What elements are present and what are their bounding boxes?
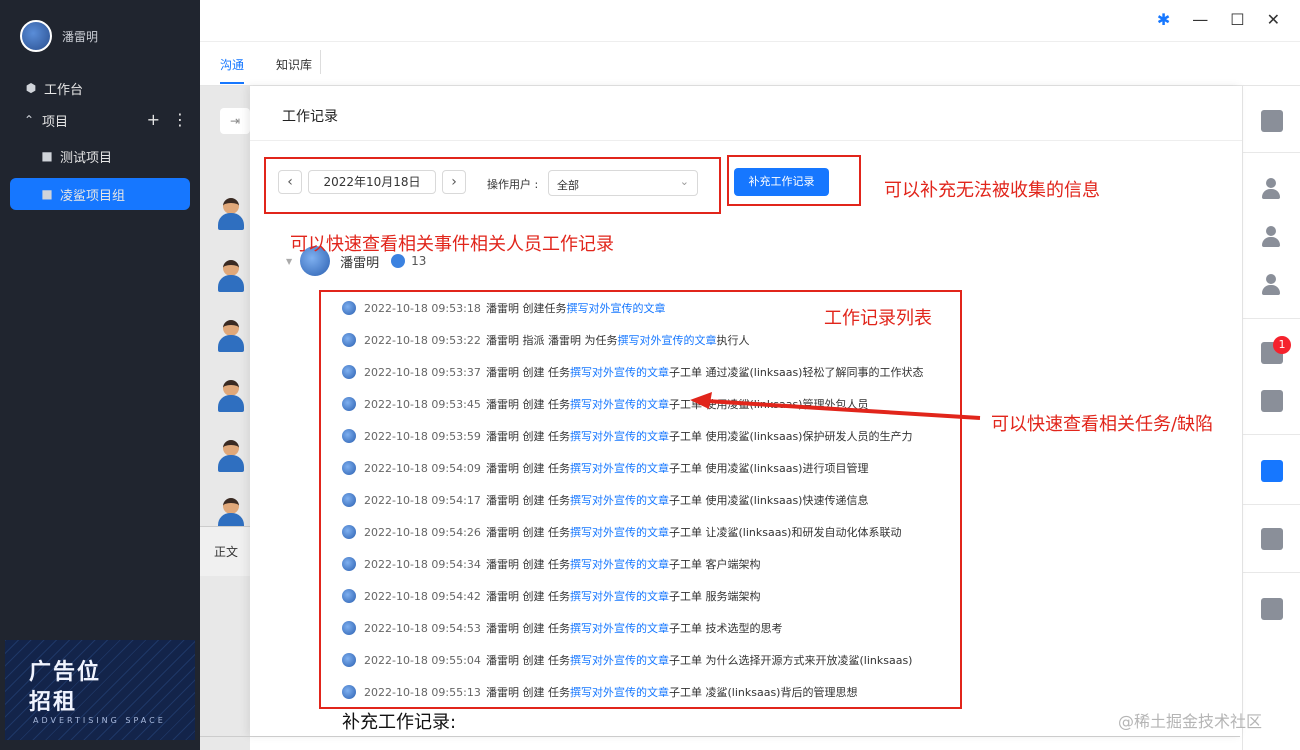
divider xyxy=(250,140,1242,141)
work-record-icon[interactable] xyxy=(1261,460,1283,482)
record-count-icon xyxy=(391,254,406,268)
avatar[interactable] xyxy=(20,20,52,52)
sidebar-item-workbench[interactable]: ⬢ 工作台 xyxy=(0,72,200,104)
user-name: 潘雷明 xyxy=(62,29,99,44)
annotation-box-list xyxy=(319,290,962,709)
sidebar-item-project-linksaas[interactable]: ■ 凌鲨项目组 xyxy=(10,178,190,210)
annotation-arrow xyxy=(690,392,981,420)
collapse-panel-button[interactable]: ⇥ xyxy=(220,108,250,134)
member-avatar[interactable] xyxy=(218,260,244,292)
watermark: @稀土掘金技术社区 xyxy=(1118,712,1263,731)
members-icon[interactable] xyxy=(1261,178,1283,200)
member-star-icon[interactable] xyxy=(1261,274,1283,296)
minimize-icon[interactable]: — xyxy=(1192,10,1208,29)
apps-icon[interactable] xyxy=(1261,598,1283,620)
sidebar-item-label: 测试项目 xyxy=(60,150,113,166)
user-profile[interactable]: 潘雷明 xyxy=(20,20,98,52)
annotation-add-info: 可以补充无法被收集的信息 xyxy=(884,180,1100,201)
supplement-label: 补充工作记录: xyxy=(342,712,457,733)
chat-area xyxy=(200,86,250,750)
maximize-icon[interactable]: ☐ xyxy=(1230,10,1244,29)
chevron-up-icon: ⌃ xyxy=(23,113,35,127)
sidebar-item-label: 工作台 xyxy=(44,82,84,98)
ad-line-3: ADVERTISING SPACE xyxy=(33,716,166,725)
annotation-box-add xyxy=(727,155,861,206)
tab-chat[interactable]: 沟通 xyxy=(220,56,245,84)
page-title: 工作记录 xyxy=(282,109,338,125)
document-icon[interactable] xyxy=(1261,110,1283,132)
member-avatar[interactable] xyxy=(218,198,244,230)
notification-badge: 1 xyxy=(1273,336,1291,354)
member-star-icon[interactable] xyxy=(1261,226,1283,248)
close-icon[interactable]: ✕ xyxy=(1267,10,1280,29)
sidebar: 潘雷明 ⬢ 工作台 ⌃ 项目 + ⋮ ■ 测试项目 ■ 凌鲨项目组 广告位 招租… xyxy=(0,0,200,750)
caret-down-icon[interactable]: ▼ xyxy=(286,257,292,266)
tab-knowledge[interactable]: 知识库 xyxy=(276,56,312,73)
body-tab[interactable]: 正文 xyxy=(200,526,250,576)
download-icon[interactable] xyxy=(1261,528,1283,550)
member-avatar[interactable] xyxy=(218,440,244,472)
annotation-box-filter xyxy=(264,157,721,214)
ad-line-2: 招租 xyxy=(29,690,78,715)
sidebar-item-project-test[interactable]: ■ 测试项目 xyxy=(0,140,200,172)
cube-icon: ⬢ xyxy=(25,81,37,95)
tab-divider xyxy=(320,50,321,74)
title-bar: ✱ — ☐ ✕ xyxy=(200,0,1300,42)
bug-report-icon[interactable] xyxy=(1261,390,1283,412)
more-icon[interactable]: ⋮ xyxy=(172,110,188,129)
ad-banner[interactable]: 广告位 招租 ADVERTISING SPACE xyxy=(5,640,195,740)
sidebar-item-label: 凌鲨项目组 xyxy=(60,188,126,204)
member-avatar[interactable] xyxy=(218,320,244,352)
member-avatar[interactable] xyxy=(218,380,244,412)
divider xyxy=(200,736,1240,737)
sidebar-item-label: 项目 xyxy=(42,114,69,130)
bug-icon[interactable]: ✱ xyxy=(1157,10,1170,29)
sidebar-item-projects[interactable]: ⌃ 项目 + ⋮ xyxy=(0,104,200,136)
right-toolbar: 1 xyxy=(1242,86,1300,750)
tab-bar: 沟通 知识库 xyxy=(200,42,1300,86)
annotation-list-title: 工作记录列表 xyxy=(824,308,932,329)
add-project-icon[interactable]: + xyxy=(147,110,160,129)
record-count: 13 xyxy=(411,254,427,268)
folder-icon: ■ xyxy=(41,187,53,201)
annotation-quick-view-task: 可以快速查看相关任务/缺陷 xyxy=(991,414,1214,435)
folder-icon: ■ xyxy=(41,149,53,163)
annotation-quick-view-people: 可以快速查看相关事件相关人员工作记录 xyxy=(290,234,614,255)
ad-line-1: 广告位 xyxy=(29,660,102,685)
